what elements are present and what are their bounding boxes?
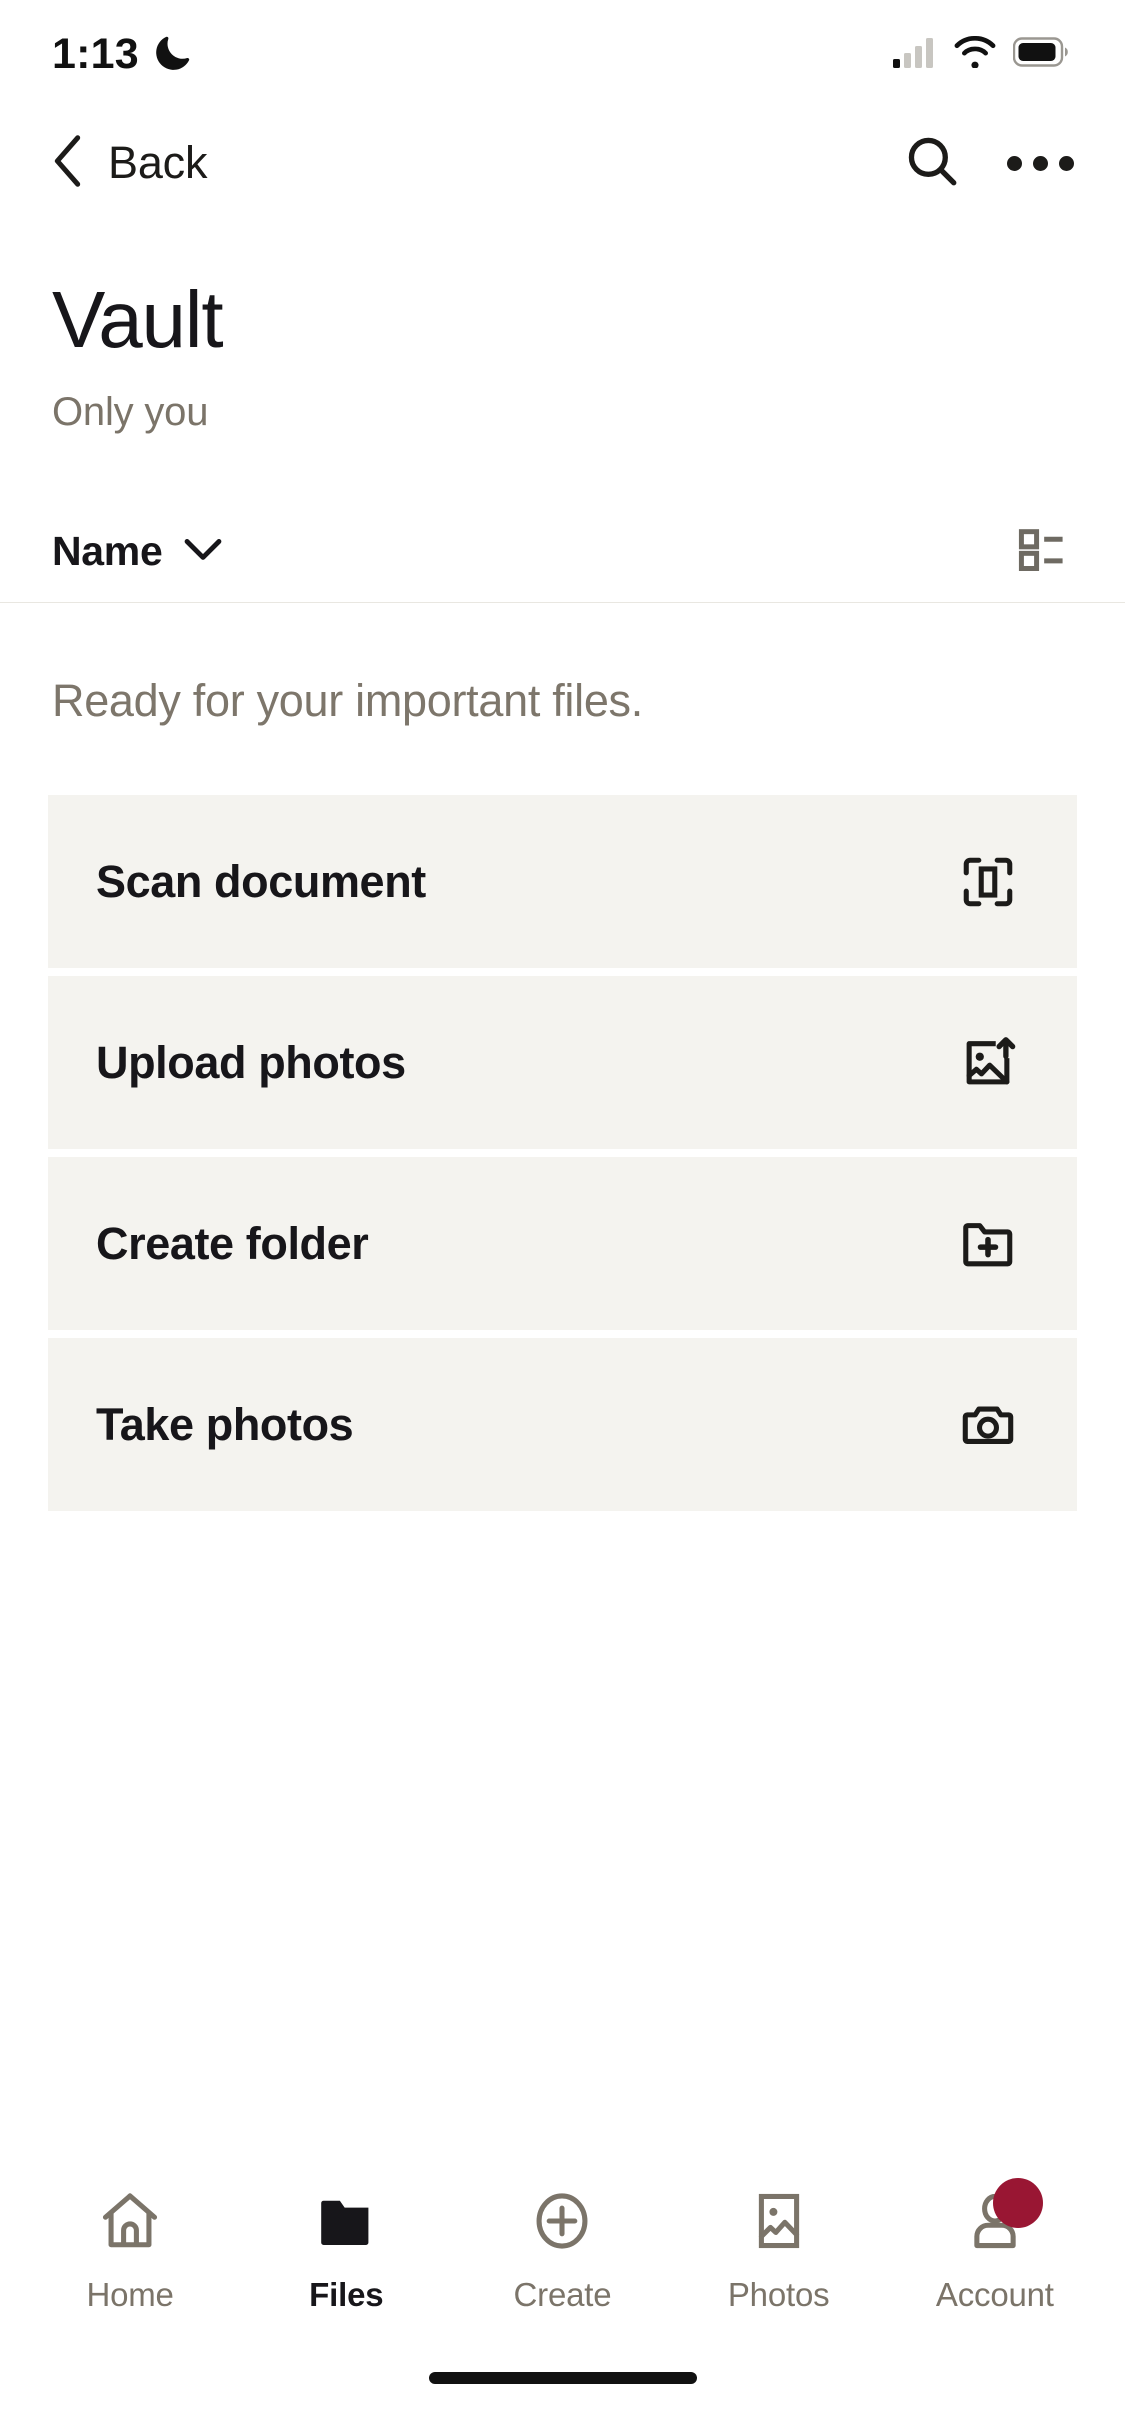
tab-home[interactable]: Home [35,2186,225,2314]
list-view-icon [1016,523,1068,580]
folder-plus-icon [955,1211,1021,1277]
page-subtitle: Only you [52,390,209,434]
page-title: Vault [52,275,224,364]
back-button-label: Back [108,137,208,188]
account-notification-badge [992,2178,1043,2228]
image-upload-icon [955,1030,1021,1096]
sort-dropdown[interactable]: Name [52,528,226,575]
camera-icon [955,1392,1021,1458]
action-create-folder[interactable]: Create folder [48,1157,1077,1330]
status-bar: 1:13 [0,0,1125,108]
status-bar-right [893,35,1069,73]
tab-label: Home [86,2276,174,2313]
action-label: Create folder [96,1217,369,1269]
tab-label: Create [513,2276,612,2313]
document-scan-icon [955,849,1021,915]
tab-label: Account [935,2276,1054,2313]
overflow-menu-button[interactable] [1006,130,1074,196]
view-toggle-button[interactable] [1011,521,1073,583]
tab-create[interactable]: Create [467,2186,657,2314]
home-indicator[interactable] [428,2372,697,2384]
quick-actions-list: Scan document Upload photos Create folde… [0,795,1125,1511]
navigation-bar: Back [0,108,1125,218]
folder-icon [314,2186,378,2256]
empty-state-message: Ready for your important files. [52,675,643,726]
home-indicator-area [0,2364,1125,2436]
battery-icon [1012,36,1069,72]
person-icon [963,2178,1043,2256]
chevron-down-icon [180,534,226,569]
sort-and-view-row: Name [0,501,1125,603]
page-header: Vault Only you [0,218,1125,435]
home-icon [98,2186,162,2256]
cellular-signal-icon [893,36,937,73]
bottom-tab-bar: Home Files Create Photos Account [0,2168,1125,2364]
action-label: Upload photos [96,1036,406,1088]
action-upload-photos[interactable]: Upload photos [48,976,1077,1149]
action-scan-document[interactable]: Scan document [48,795,1077,968]
search-button[interactable] [899,130,965,196]
search-icon [903,132,961,195]
back-button[interactable]: Back [44,132,207,195]
sort-dropdown-label: Name [52,528,163,574]
wifi-icon [953,35,997,73]
action-label: Scan document [96,855,426,907]
action-label: Take photos [96,1398,354,1450]
tab-files[interactable]: Files [251,2186,441,2314]
tab-label: Photos [727,2276,830,2313]
tab-photos[interactable]: Photos [684,2186,874,2314]
app-screen: 1:13 Back Vault Only you Name Ready for … [0,0,1125,2436]
plus-circle-icon [530,2186,594,2256]
chevron-left-icon [44,132,92,195]
crescent-moon-icon [153,32,193,77]
tab-label: Files [309,2276,384,2313]
tab-account[interactable]: Account [900,2178,1090,2314]
more-horizontal-icon [1006,155,1074,171]
action-take-photos[interactable]: Take photos [48,1338,1077,1511]
navigation-actions [899,130,1074,196]
photos-icon [747,2186,811,2256]
status-bar-time: 1:13 [52,29,139,78]
status-bar-left: 1:13 [52,32,193,77]
